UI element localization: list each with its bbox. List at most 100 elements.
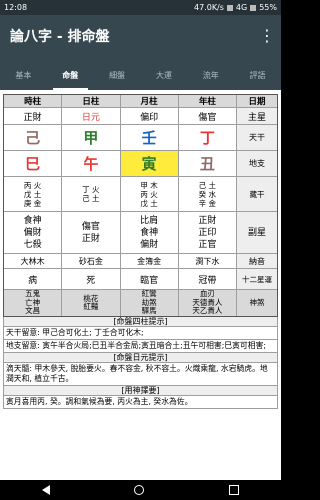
sub-month-3: 偏財	[140, 239, 159, 250]
state-day: 死	[62, 269, 121, 289]
recent-apps-icon[interactable]	[228, 485, 239, 495]
tab-luck[interactable]: 大運	[140, 57, 187, 90]
shishen-day: 日元	[62, 108, 121, 124]
header-row: 時柱 日柱 月柱 年柱 日期	[4, 95, 277, 108]
sub-hour-3: 七殺	[23, 239, 42, 250]
shishen-year: 傷官	[179, 108, 237, 124]
hidden-year: 己 土 癸 水 辛 金	[179, 177, 237, 211]
sub-day: 傷官 正財	[62, 212, 121, 253]
home-icon[interactable]	[134, 485, 145, 495]
bazi-chart: 時柱 日柱 月柱 年柱 日期 正財 日元 偏印 傷官 主星 己 甲 壬 丁 天干…	[3, 94, 278, 317]
tab-chart[interactable]: 命盤	[47, 57, 94, 90]
col-year: 年柱	[178, 95, 237, 107]
hidden-month: 甲 木 丙 火 戊 土	[121, 177, 179, 211]
nav-bar	[0, 480, 281, 500]
content-area[interactable]: 時柱 日柱 月柱 年柱 日期 正財 日元 偏印 傷官 主星 己 甲 壬 丁 天干…	[0, 90, 281, 480]
sub-month-1: 比肩	[140, 215, 159, 226]
hidden-year-2: 癸 水	[198, 189, 217, 199]
shensha-hour-3: 文昌	[25, 306, 41, 316]
nayin-row: 大林木 砂石金 金簿金 澗下水 納音	[4, 254, 277, 269]
nayin-year: 澗下水	[179, 254, 237, 268]
net-speed: 47.0K/s	[194, 3, 224, 12]
stem-month: 壬	[121, 125, 179, 150]
branch-day: 午	[62, 151, 121, 176]
yongshen-title: [用神擇要]	[3, 386, 278, 396]
app-bar: 論八字 - 排命盤 ⋮	[0, 15, 281, 57]
col-month: 月柱	[120, 95, 179, 107]
stem-label: 天干	[237, 125, 277, 150]
hidden-month-2: 丙 火	[140, 189, 158, 199]
shensha-row: 五鬼 亡神 文昌 桃花 紅豔 紅鸞 劫煞 驛馬 血刃 天德貴人 天乙貴人 神煞	[4, 290, 277, 316]
sub-year-2: 正印	[198, 227, 217, 238]
shishen-hour: 正財	[4, 108, 63, 124]
stem-day: 甲	[62, 125, 121, 150]
state-month: 臨官	[121, 269, 179, 289]
state-row: 病 死 臨官 冠帶 十二星運	[4, 269, 277, 290]
hidden-hour-2: 戊 土	[23, 189, 42, 199]
branch-label: 地支	[237, 151, 277, 176]
stem-year: 丁	[179, 125, 237, 150]
tab-comment[interactable]: 評語	[234, 57, 281, 90]
shensha-day: 桃花 紅豔	[62, 290, 121, 316]
hidden-day-1: 丁 火	[82, 185, 100, 194]
status-time: 12:08	[4, 3, 28, 12]
col-date: 日期	[237, 95, 277, 107]
shishen-month: 偏印	[121, 108, 179, 124]
hidden-day-2: 己 土	[82, 194, 100, 203]
col-day: 日柱	[62, 95, 121, 107]
sub-day-1: 傷官	[81, 221, 100, 232]
tab-detail[interactable]: 細盤	[94, 57, 141, 90]
app-root: { "status": {"time": "12:08", "net": "47…	[0, 0, 281, 500]
hidden-hour: 丙 火 戊 土 庚 金	[4, 177, 63, 211]
sub-hour-2: 偏財	[23, 227, 42, 238]
app-title: 論八字 - 排命盤	[10, 29, 110, 45]
stem-hour: 己	[4, 125, 63, 150]
sub-month-2: 食神	[140, 227, 159, 238]
tab-basic[interactable]: 基本	[0, 57, 47, 90]
branch-hour: 巳	[4, 151, 63, 176]
hidden-hour-3: 庚 金	[23, 198, 42, 208]
branch-month: 寅	[120, 151, 179, 176]
sub-day-2: 正財	[81, 233, 100, 244]
daymaster-title: [命盤日元提示]	[3, 353, 278, 363]
tab-bar: 基本 命盤 細盤 大運 流年 評語	[0, 57, 281, 90]
battery-level: 55%	[259, 3, 277, 12]
sub-hour-1: 食神	[23, 215, 42, 226]
sub-hour: 食神 偏財 七殺	[4, 212, 63, 253]
back-icon[interactable]	[42, 485, 51, 495]
more-options-icon[interactable]: ⋮	[259, 28, 275, 44]
tab-year[interactable]: 流年	[187, 57, 234, 90]
status-bar: 12:08 47.0K/s 4G 55%	[0, 0, 281, 15]
state-hour: 病	[4, 269, 63, 289]
sub-month: 比肩 食神 偏財	[121, 212, 179, 253]
yongshen-text: 寅月喜用丙, 癸。調和氣候為要, 丙火為主, 癸水為佐。	[3, 396, 278, 409]
state-year: 冠帶	[179, 269, 237, 289]
dizhi-text: 地支留意: 寅午半合火局;巳丑半合金局;寅丑暗合土;丑午可相害;巳寅可相害;	[3, 340, 278, 353]
pillars-title: [命盤四柱提示]	[3, 317, 278, 327]
col-hour: 時柱	[4, 95, 63, 107]
hidden-hour-1: 丙 火	[23, 180, 42, 190]
hidden-month-3: 戊 土	[140, 198, 158, 208]
nayin-month: 金簿金	[121, 254, 179, 268]
branch-row: 巳 午 寅 丑 地支	[4, 151, 277, 177]
sub-row: 食神 偏財 七殺 傷官 正財 比肩 食神 偏財 正財 正印 正官 副星	[4, 212, 277, 254]
nayin-day: 砂石金	[62, 254, 121, 268]
shensha-month: 紅鸞 劫煞 驛馬	[120, 290, 179, 316]
hidden-year-1: 己 土	[198, 180, 217, 190]
hidden-month-1: 甲 木	[140, 180, 158, 190]
hidden-day: 丁 火 己 土	[62, 177, 121, 211]
sub-year: 正財 正印 正官	[179, 212, 237, 253]
signal-label: 4G	[235, 3, 248, 12]
hidden-year-3: 辛 金	[198, 198, 217, 208]
sub-year-3: 正官	[198, 239, 217, 250]
sub-label: 副星	[237, 212, 277, 253]
hidden-label: 藏干	[237, 177, 277, 211]
shensha-year: 血刃 天德貴人 天乙貴人	[178, 290, 237, 316]
state-label: 十二星運	[237, 269, 277, 289]
hidden-row: 丙 火 戊 土 庚 金 丁 火 己 土 甲 木 丙 火 戊 土 己 土 癸 水 …	[4, 177, 277, 212]
daymaster-text: 滴天髓: 甲木參天, 脫胎要火。春不容金, 秋不容土。火熾乘龍, 水宕騎虎。地潤…	[3, 363, 278, 386]
tiangan-text: 天干留意: 甲己合可化土; 丁壬合可化木;	[3, 327, 278, 340]
nayin-label: 納音	[237, 254, 277, 268]
shensha-label: 神煞	[237, 290, 277, 316]
nayin-hour: 大林木	[4, 254, 63, 268]
